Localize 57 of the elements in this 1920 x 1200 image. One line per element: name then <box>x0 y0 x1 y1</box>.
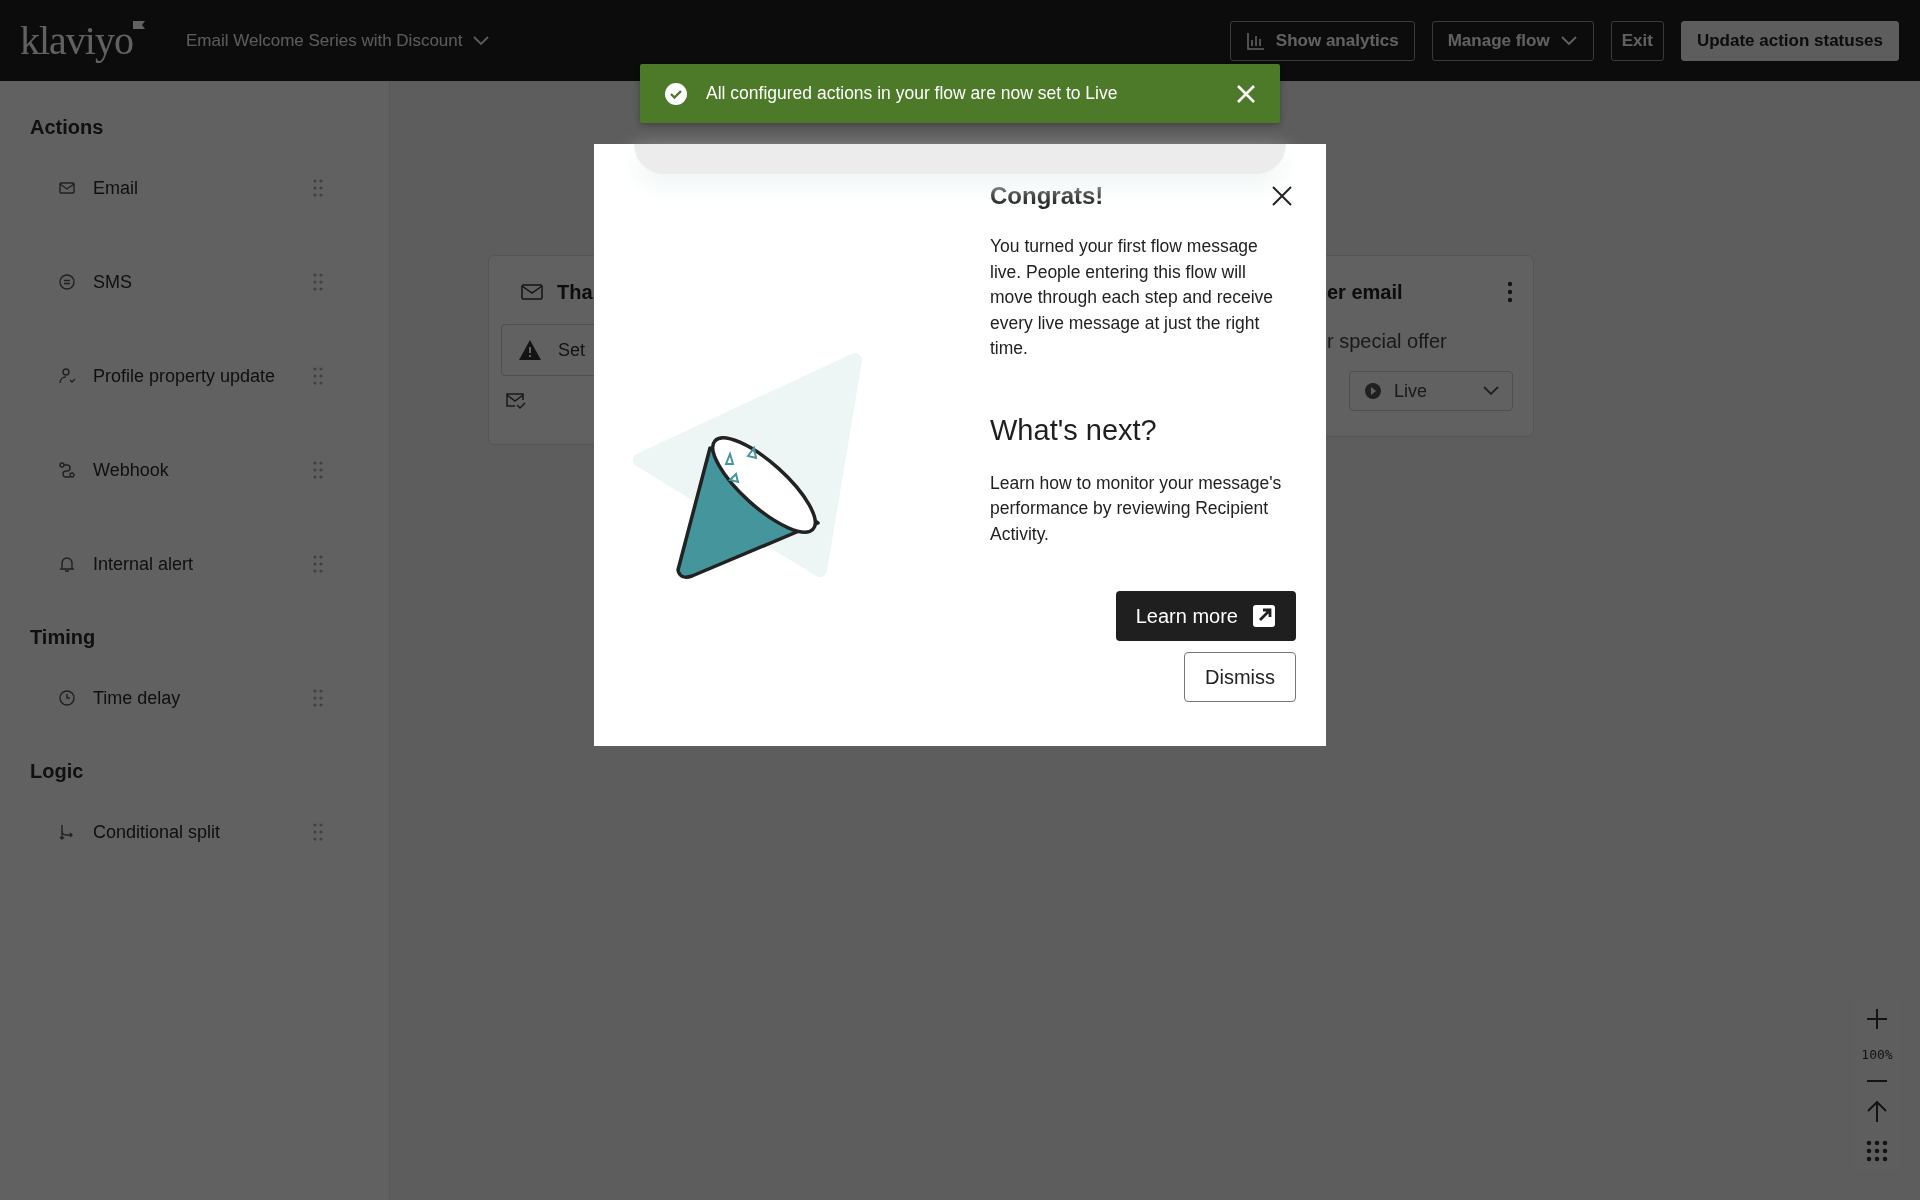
kebab-menu-icon[interactable] <box>1507 281 1513 303</box>
zoom-level: 100% <box>1861 1047 1893 1063</box>
warning-text: Set <box>558 339 586 361</box>
action-item-label[interactable]: Time delay <box>93 687 296 709</box>
external-link-icon <box>1252 604 1276 628</box>
drag-handle-icon[interactable] <box>313 273 323 291</box>
node-subtitle: r special offer <box>1327 330 1448 353</box>
envelope-check-icon <box>505 392 527 410</box>
node-title: er email <box>1327 280 1403 304</box>
dialog-title: Congrats! <box>990 182 1104 210</box>
check-circle-icon <box>664 81 688 106</box>
zoom-out-icon[interactable] <box>1866 1079 1888 1084</box>
chevron-down-icon <box>1482 385 1500 397</box>
action-item-label[interactable]: SMS <box>93 271 296 293</box>
dismiss-button[interactable]: Dismiss <box>1184 652 1296 702</box>
analytics-button[interactable]: Show analytics <box>1229 20 1415 61</box>
bell-icon <box>58 555 76 573</box>
envelope-icon <box>521 283 543 301</box>
warning-icon <box>518 339 542 361</box>
action-item-label[interactable]: Internal alert <box>93 553 296 575</box>
chevron-down-icon <box>1559 34 1578 47</box>
action-item-label[interactable]: Email <box>93 177 296 199</box>
action-item-label[interactable]: Profile property update <box>93 365 296 387</box>
chat-bubble-icon <box>58 273 76 291</box>
drag-handle-icon[interactable] <box>313 555 323 573</box>
status-dropdown[interactable]: Live <box>1349 371 1513 411</box>
node-title: Tha <box>557 280 593 304</box>
action-item-label[interactable]: Conditional split <box>93 821 296 843</box>
bar-chart-icon <box>1245 30 1266 51</box>
play-circle-icon <box>1364 382 1382 400</box>
logo[interactable]: klaviyo <box>20 17 145 64</box>
update-statuses-button[interactable]: Update action statuses <box>1680 20 1899 61</box>
person-icon <box>58 367 76 385</box>
clock-icon <box>58 689 76 707</box>
arrow-up-icon[interactable] <box>1866 1100 1888 1123</box>
drag-handle-icon[interactable] <box>313 367 323 385</box>
next-message: Learn how to monitor your message's performance by reviewing Recipient Activity. <box>990 471 1282 546</box>
manage-flow-button[interactable]: Manage flow <box>1431 20 1594 61</box>
webhook-icon <box>58 461 76 479</box>
next-heading: What's next? <box>990 413 1158 447</box>
exit-button[interactable]: Exit <box>1610 20 1664 61</box>
drag-handle-icon[interactable] <box>313 689 323 707</box>
close-icon[interactable] <box>1272 186 1292 206</box>
section-heading: Timing <box>30 625 97 650</box>
envelope-icon <box>58 179 76 197</box>
drag-handle-icon[interactable] <box>313 461 323 479</box>
drag-handle-icon[interactable] <box>313 179 323 197</box>
section-heading: Logic <box>30 759 85 784</box>
chevron-down-icon <box>472 34 491 47</box>
toast-message: All configured actions in your flow are now set to Live <box>706 83 1119 104</box>
drag-handle-icon[interactable] <box>313 823 323 841</box>
learn-more-button[interactable]: Learn more <box>1115 591 1296 641</box>
zoom-in-icon[interactable] <box>1866 1007 1888 1030</box>
section-heading: Actions <box>30 115 105 140</box>
flow-name-dropdown[interactable]: Email Welcome Series with Discount <box>180 29 497 52</box>
grid-dots-icon[interactable] <box>1866 1140 1888 1163</box>
action-item-label[interactable]: Webhook <box>93 459 296 481</box>
